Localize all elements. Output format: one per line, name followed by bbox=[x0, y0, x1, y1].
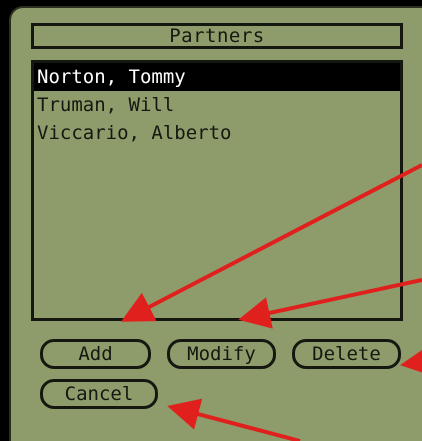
delete-button[interactable]: Delete bbox=[292, 339, 401, 369]
partners-list[interactable]: Norton, Tommy Truman, Will Viccario, Alb… bbox=[31, 60, 403, 321]
list-item[interactable]: Viccario, Alberto bbox=[34, 119, 400, 147]
add-button[interactable]: Add bbox=[40, 339, 151, 369]
modify-button[interactable]: Modify bbox=[167, 339, 276, 369]
dialog-title-bar: Partners bbox=[31, 23, 403, 49]
dialog-title: Partners bbox=[169, 25, 265, 47]
cancel-button[interactable]: Cancel bbox=[40, 379, 158, 409]
list-item-selected[interactable]: Norton, Tommy bbox=[34, 63, 400, 91]
list-item[interactable]: Truman, Will bbox=[34, 91, 400, 119]
